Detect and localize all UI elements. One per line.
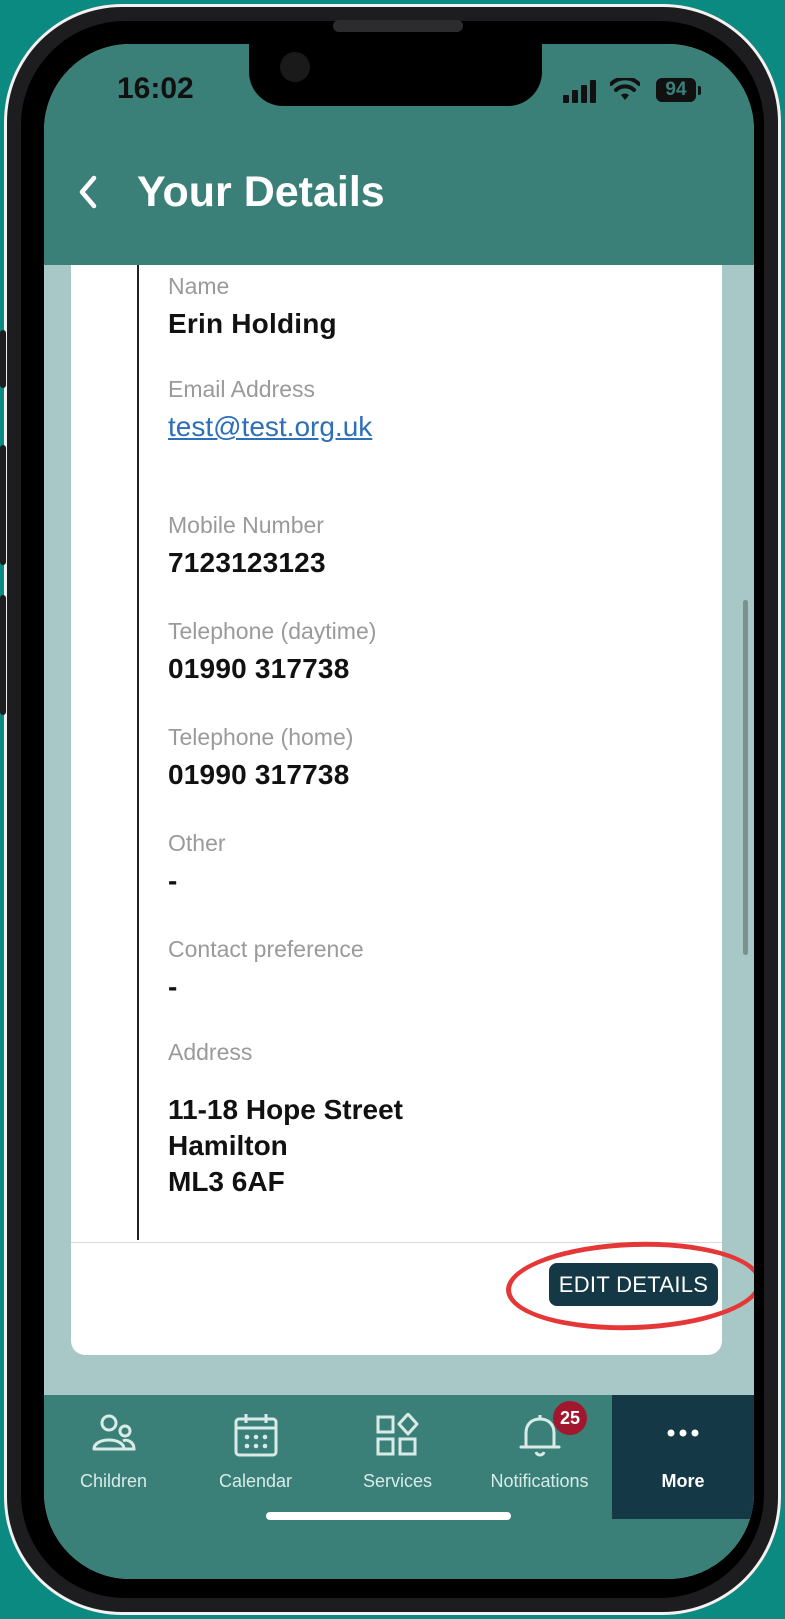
tab-label: Notifications xyxy=(490,1471,589,1491)
earpiece-speaker xyxy=(333,20,463,32)
tab-more[interactable]: More xyxy=(612,1395,754,1519)
left-rule xyxy=(137,265,139,1240)
status-time: 16:02 xyxy=(117,72,194,105)
tab-label: Services xyxy=(362,1471,433,1491)
field-telephone-home: Telephone (home) 01990 317738 xyxy=(168,724,353,791)
side-button-volume-down xyxy=(0,595,6,715)
field-value: 7123123123 xyxy=(168,547,326,578)
field-label: Telephone (daytime) xyxy=(168,618,377,644)
field-label: Other xyxy=(168,830,226,856)
tab-label: Children xyxy=(79,1471,148,1491)
address-block: 11-18 Hope Street Hamilton ML3 6AF xyxy=(168,1092,403,1200)
details-card: Name Erin Holding Email Address test@tes… xyxy=(71,265,754,1355)
field-value: - xyxy=(168,971,178,1002)
signal-icon xyxy=(563,79,599,103)
tab-calendar[interactable]: Calendar xyxy=(186,1395,325,1519)
tab-notifications[interactable]: 25 Notifications xyxy=(470,1395,609,1519)
bottom-tab-bar: Children Calendar Services 25 Notificati… xyxy=(44,1395,754,1579)
app-header: 16:02 94 Your Details xyxy=(44,44,754,265)
field-label: Mobile Number xyxy=(168,512,324,538)
field-email: Email Address test@test.org.uk xyxy=(168,376,372,443)
back-button[interactable] xyxy=(72,172,116,216)
address-line: ML3 6AF xyxy=(168,1166,285,1197)
field-contact-preference: Contact preference - xyxy=(168,936,364,1003)
tab-children[interactable]: Children xyxy=(44,1395,183,1519)
tab-services[interactable]: Services xyxy=(328,1395,467,1519)
notification-count-badge: 25 xyxy=(553,1401,587,1435)
home-indicator[interactable] xyxy=(266,1512,511,1520)
battery-tip xyxy=(698,86,701,95)
wifi-icon xyxy=(609,76,641,109)
tab-label: Calendar xyxy=(218,1471,293,1491)
email-link[interactable]: test@test.org.uk xyxy=(168,411,372,443)
details-list: Name Erin Holding Email Address test@tes… xyxy=(71,265,722,1242)
field-label: Address xyxy=(168,1039,253,1065)
people-icon xyxy=(92,1414,136,1451)
more-icon xyxy=(667,1429,699,1437)
field-label: Name xyxy=(168,273,230,299)
field-telephone-daytime: Telephone (daytime) 01990 317738 xyxy=(168,618,376,685)
field-value: 01990 317738 xyxy=(168,759,350,790)
field-label: Contact preference xyxy=(168,936,364,962)
notch xyxy=(249,44,542,106)
field-value: 01990 317738 xyxy=(168,653,350,684)
address-line: 11-18 Hope Street xyxy=(168,1094,403,1125)
field-name: Name Erin Holding xyxy=(168,273,337,340)
chevron-left-icon xyxy=(79,175,97,209)
field-address: Address 11-18 Hope Street Hamilton ML3 6… xyxy=(168,1039,403,1200)
side-button-silent xyxy=(0,330,6,388)
field-value: - xyxy=(168,865,178,896)
battery-indicator: 94 xyxy=(656,78,696,102)
services-icon xyxy=(376,1413,419,1456)
screen: 16:02 94 Your Details Name Erin Holding … xyxy=(44,44,754,1579)
page-title: Your Details xyxy=(137,168,385,216)
tab-label: More xyxy=(661,1471,705,1491)
field-label: Email Address xyxy=(168,376,316,402)
field-mobile: Mobile Number 7123123123 xyxy=(168,512,326,579)
camera xyxy=(280,52,310,82)
side-button-volume-up xyxy=(0,445,6,565)
field-value: Erin Holding xyxy=(168,308,337,339)
field-other: Other - xyxy=(168,830,226,897)
calendar-icon xyxy=(234,1414,278,1457)
address-line: Hamilton xyxy=(168,1130,288,1161)
field-label: Telephone (home) xyxy=(168,724,354,750)
highlight-annotation xyxy=(504,1237,754,1335)
scrollbar[interactable] xyxy=(743,600,748,955)
